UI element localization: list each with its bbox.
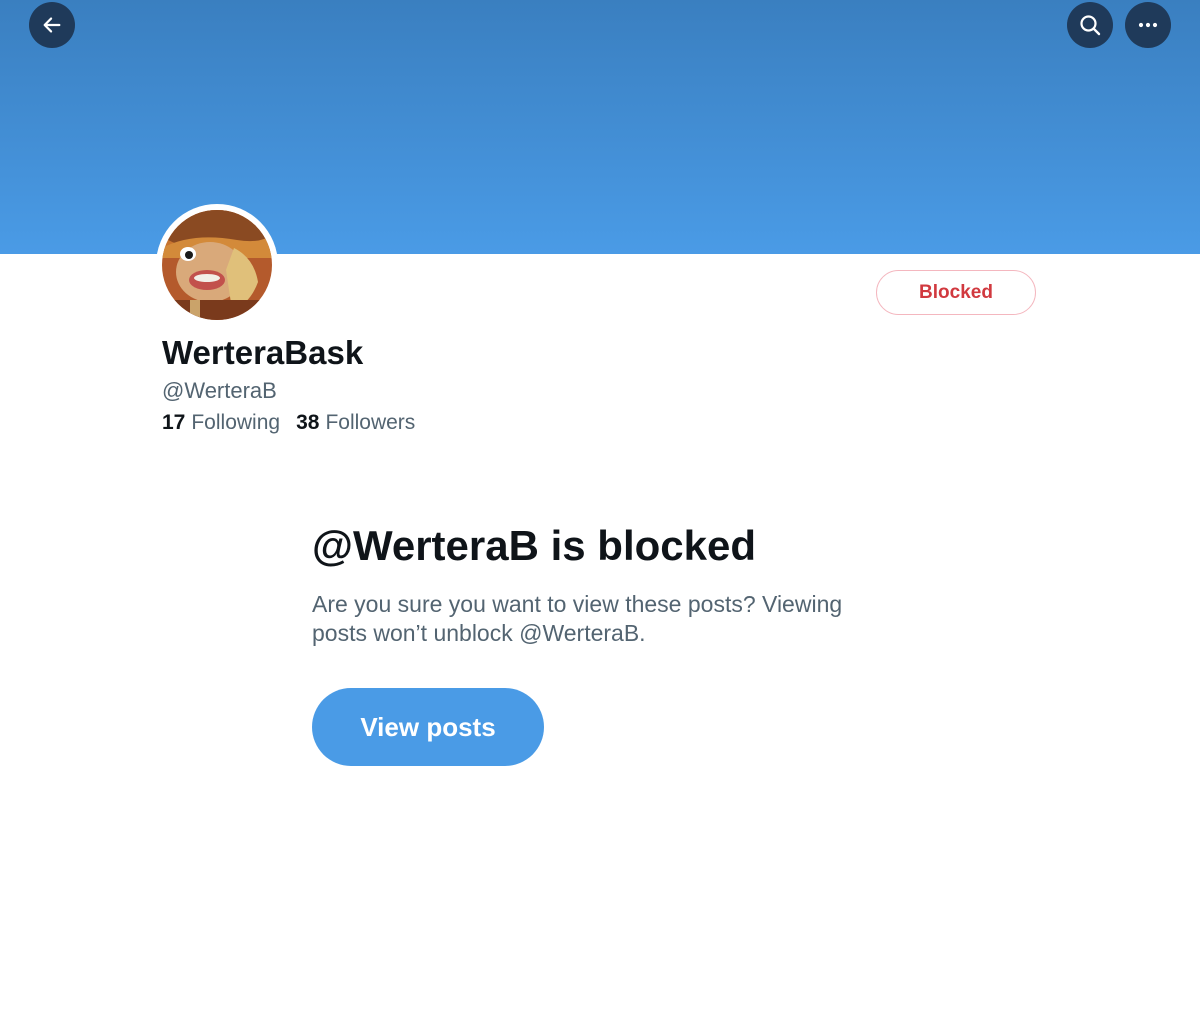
blocked-notice-description: Are you sure you want to view these post… (312, 591, 843, 646)
search-button[interactable] (1067, 2, 1113, 48)
following-link[interactable]: 17 Following (162, 411, 280, 435)
more-button[interactable] (1125, 2, 1171, 48)
blocked-button[interactable]: Blocked (876, 270, 1036, 315)
avatar-image (162, 210, 272, 320)
followers-label: Followers (325, 411, 416, 434)
profile-page: Blocked WerteraBask @WerteraB 17 Followin… (0, 0, 1200, 1011)
view-posts-button[interactable]: View posts (312, 688, 544, 766)
display-name: WerteraBask (162, 334, 364, 371)
blocked-notice-title: @WerteraB is blocked (312, 522, 756, 569)
follow-stats: 17 Following 38 Followers (162, 411, 415, 435)
user-handle: @WerteraB (162, 378, 277, 403)
back-button[interactable] (29, 2, 75, 48)
search-icon (1080, 15, 1101, 36)
arrow-left-icon (43, 17, 61, 33)
followers-count: 38 (296, 411, 320, 434)
more-horizontal-icon (1138, 22, 1158, 28)
following-count: 17 (162, 411, 186, 434)
avatar[interactable] (156, 204, 278, 326)
following-label: Following (191, 411, 281, 434)
followers-link[interactable]: 38 Followers (296, 411, 415, 435)
